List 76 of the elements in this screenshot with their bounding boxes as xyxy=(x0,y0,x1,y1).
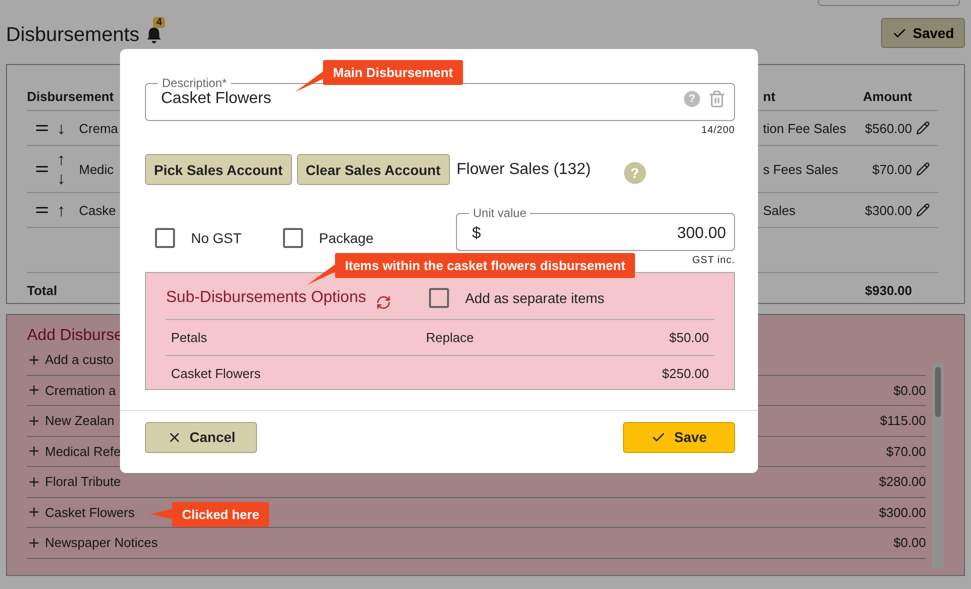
plus-icon[interactable] xyxy=(27,536,41,550)
saved-button[interactable]: Saved xyxy=(880,18,965,48)
character-counter: 14/200 xyxy=(701,125,735,136)
table-cell: $50.00 xyxy=(669,330,709,345)
field[interactable] xyxy=(818,0,960,6)
plus-icon[interactable] xyxy=(27,505,41,520)
page-title: Disbursements xyxy=(6,24,140,46)
table-cell: Medic xyxy=(79,162,114,176)
item-amount: $0.00 xyxy=(893,535,926,550)
plus-icon[interactable] xyxy=(27,474,41,489)
currency-prefix: $ xyxy=(472,225,481,243)
item-amount: $0.00 xyxy=(893,382,926,398)
plus-icon[interactable] xyxy=(27,383,41,398)
table-cell: Sales xyxy=(763,202,796,218)
item-amount: $300.00 xyxy=(879,504,926,520)
total-label: Total xyxy=(27,282,58,298)
column-header: Amount xyxy=(863,75,916,111)
item-name: Medical Refe xyxy=(45,444,121,459)
pencil-icon[interactable] xyxy=(916,162,930,176)
table-cell: Replace xyxy=(426,330,474,345)
account-name: Flower Sales (132) xyxy=(456,160,591,178)
total-amount: $930.00 xyxy=(865,282,912,298)
bell-icon[interactable] xyxy=(145,26,164,44)
move-arrow[interactable]: ↓ xyxy=(57,169,73,188)
callout-pointer xyxy=(150,509,172,519)
notification-badge: 4 xyxy=(153,17,165,28)
table-cell: $300.00 xyxy=(865,202,912,218)
field-value: 300.00 xyxy=(676,225,726,243)
field-label: Unit value xyxy=(472,207,528,220)
item-name: Add a custo xyxy=(45,352,114,368)
table-cell: $560.00 xyxy=(865,120,912,136)
cancel-button[interactable]: Cancel xyxy=(145,422,257,452)
checkbox[interactable] xyxy=(155,228,175,248)
table-cell: $70.00 xyxy=(872,162,912,176)
table-cell: $250.00 xyxy=(662,366,709,381)
table-cell-text: Petals xyxy=(171,330,208,345)
item-amount: $280.00 xyxy=(879,474,926,490)
checkbox-label: No GST xyxy=(191,230,242,246)
refresh-icon[interactable] xyxy=(376,294,392,310)
move-arrow[interactable]: ↑ xyxy=(57,150,73,169)
plus-icon[interactable] xyxy=(27,444,41,458)
item-name: Floral Tribute xyxy=(45,474,121,490)
table-cell: Caske xyxy=(79,202,116,218)
plus-icon[interactable] xyxy=(27,352,41,367)
pick-account-button[interactable]: Pick Sales Account xyxy=(145,154,292,185)
checkbox-label: Package xyxy=(319,230,374,246)
table-cell: s Fees Sales xyxy=(763,162,838,176)
move-arrow[interactable]: ↑ xyxy=(57,200,73,220)
pencil-icon[interactable] xyxy=(916,121,930,135)
checkbox[interactable] xyxy=(283,228,303,248)
clear-account-button[interactable]: Clear Sales Account xyxy=(296,154,450,185)
move-arrow[interactable]: ↓ xyxy=(57,118,73,138)
item-name: Newspaper Notices xyxy=(45,535,158,550)
table-cell: tion Fee Sales xyxy=(763,120,846,136)
save-button[interactable]: Save xyxy=(623,422,735,452)
item-amount: $115.00 xyxy=(880,413,926,428)
item-name: New Zealan xyxy=(45,413,114,428)
section-title: Add Disburse xyxy=(27,327,124,345)
callout-label: Clicked here xyxy=(172,502,270,527)
field-value: Casket Flowers xyxy=(161,90,272,108)
plus-icon[interactable] xyxy=(27,414,41,428)
column-header: nt xyxy=(763,75,863,111)
checkbox-label: Add as separate items xyxy=(465,290,604,306)
pencil-icon[interactable] xyxy=(916,203,930,217)
section-title: Sub-Disbursements Options xyxy=(166,289,366,307)
item-name: Cremation a xyxy=(45,382,116,398)
table-cell: Crema xyxy=(79,120,118,136)
item-amount: $70.00 xyxy=(886,444,926,459)
list-item[interactable]: Newspaper Notices $0.00 xyxy=(27,528,926,558)
scrollbar[interactable] xyxy=(932,363,944,569)
field-label: Description* xyxy=(161,77,228,90)
gst-note: GST inc. xyxy=(692,255,735,266)
unit-value-field[interactable]: Unit value $ 300.00 xyxy=(456,207,735,251)
item-name: Casket Flowers xyxy=(45,504,135,520)
checkbox[interactable] xyxy=(429,288,450,308)
table-cell-text: Casket Flowers xyxy=(171,366,262,381)
